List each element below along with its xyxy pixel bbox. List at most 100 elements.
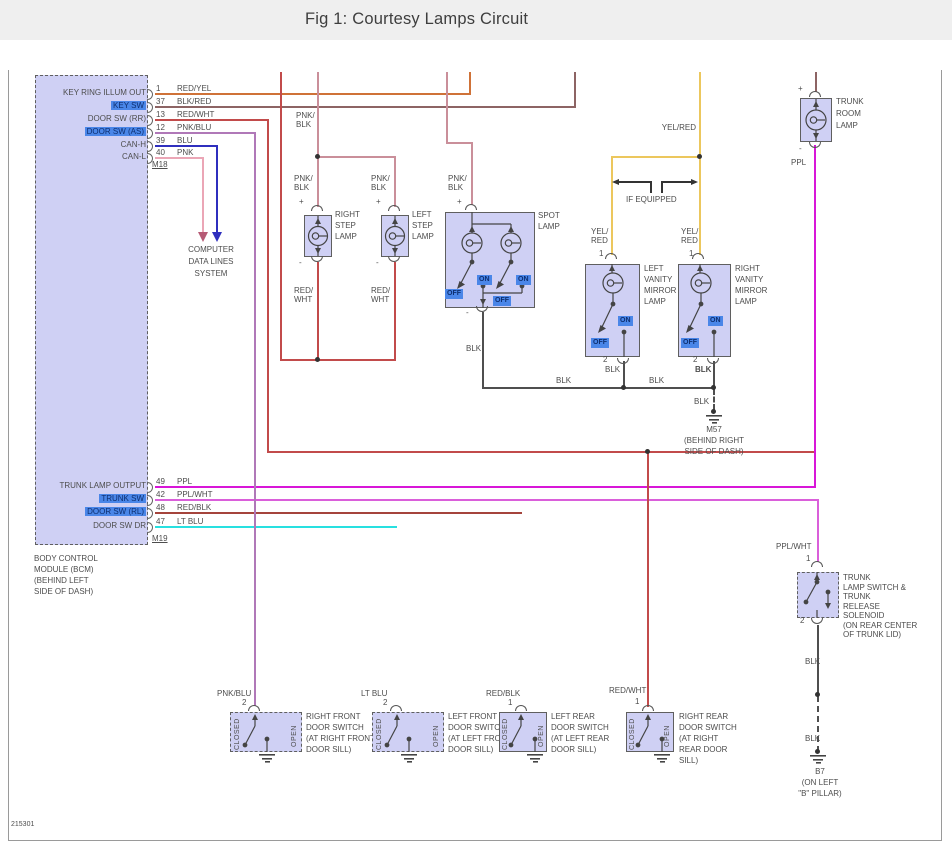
connector-arc-icon <box>388 205 400 211</box>
title-bar: Fig 1: Courtesy Lamps Circuit <box>0 0 952 40</box>
wire-name: RED/BLK <box>177 503 211 512</box>
wire-red-yel-up <box>469 72 471 94</box>
wire-name: BLU <box>177 136 193 145</box>
wire-label-red-blk: RED/BLK <box>486 689 520 698</box>
wire-blk-spot-exit <box>482 312 484 389</box>
wire-label-red-wht: RED/ WHT <box>371 286 390 304</box>
switch-state-open: OPEN <box>538 715 545 747</box>
wire-label-blk: BLK <box>694 397 709 406</box>
wire-label-lt-blu: LT BLU <box>361 689 387 698</box>
wire-ppl-vert <box>814 145 816 488</box>
ground-icon <box>401 754 417 763</box>
pin-number: 2 <box>242 698 246 707</box>
pin-label-text: DOOR SW (RR) <box>88 114 146 123</box>
callout-leg <box>661 181 663 193</box>
wire-yel-red-main <box>699 72 701 158</box>
pin-number: 1 <box>508 698 512 707</box>
switch-state-on: ON <box>618 316 633 326</box>
trunk-switch-internals <box>797 572 839 618</box>
connector-pin-icon <box>147 128 153 139</box>
pin-number: 40 <box>156 148 165 157</box>
junction-dot <box>315 154 320 159</box>
connector-arc-icon <box>465 204 477 210</box>
wire-blk-trunk-dashed <box>817 696 819 752</box>
arrow-down-icon <box>212 232 222 242</box>
pin-label-text-highlighted: KEY SW <box>111 101 146 110</box>
pin-label-text-highlighted: DOOR SW (AS) <box>85 127 146 136</box>
polarity-minus: - <box>376 258 379 267</box>
wire-name: PNK/BLU <box>177 123 211 132</box>
wire-name: BLK/RED <box>177 97 211 106</box>
connector-arc-icon <box>248 705 260 711</box>
wire-blk-ground-bus <box>482 387 715 389</box>
polarity-minus: - <box>299 258 302 267</box>
bcm-pin-label: KEY RING ILLUM OUT <box>38 88 146 98</box>
ground-m57-label: M57 (BEHIND RIGHT SIDE OF DASH) <box>664 424 764 457</box>
pin-number: 1 <box>156 84 160 93</box>
ground-icon <box>706 415 722 424</box>
switch-state-on: ON <box>477 275 492 285</box>
wire-name: RED/YEL <box>177 84 211 93</box>
trunk-lamp-switch-label: TRUNK LAMP SWITCH & TRUNK RELEASE SOLENO… <box>843 573 917 640</box>
switch-state-closed: CLOSED <box>376 714 383 750</box>
right-step-lamp-label: RIGHT STEP LAMP <box>335 209 360 242</box>
pin-label-text: CAN-H <box>121 140 146 149</box>
pin-number: 37 <box>156 97 165 106</box>
page: { "title": "Fig 1: Courtesy Lamps Circui… <box>0 0 952 852</box>
pin-number: 42 <box>156 490 165 499</box>
wire-pnk <box>155 157 204 159</box>
connector-pin-icon <box>147 141 153 152</box>
wire-red-wht-step-l <box>394 262 396 361</box>
switch-state-on: ON <box>708 316 723 326</box>
callout-line <box>661 181 692 183</box>
junction-dot <box>621 385 626 390</box>
pin-number: 12 <box>156 123 165 132</box>
connector-arc-icon <box>707 358 719 364</box>
pin-label-text: CAN-L <box>122 152 146 161</box>
right-rear-door-switch-label: RIGHT REAR DOOR SWITCH (AT RIGHT REAR DO… <box>679 711 737 766</box>
wire-pnk-drop <box>202 157 204 233</box>
ground-b7-label: B7 (ON LEFT "B" PILLAR) <box>778 766 862 799</box>
switch-state-on: ON <box>516 275 531 285</box>
wire-pnk-blk-left <box>394 156 396 207</box>
wire-blu-drop <box>216 145 218 233</box>
connector-arc-icon <box>605 253 617 259</box>
wire-red-blk <box>155 512 522 514</box>
wire-blu <box>155 145 218 147</box>
pin-number: 49 <box>156 477 165 486</box>
wire-label-blk: BLK <box>466 344 481 353</box>
bcm-pin-label: DOOR SW (AS) <box>38 127 146 137</box>
pin-label-text: TRUNK LAMP OUTPUT <box>59 481 146 490</box>
junction-dot <box>711 385 716 390</box>
bcm-pin-label: CAN-H <box>38 140 146 150</box>
wire-pnk-blk-branch <box>317 156 396 158</box>
connector-arc-icon <box>476 306 488 312</box>
ground-icon <box>259 754 275 763</box>
pin-number: 1 <box>635 697 639 706</box>
wire-red-wht <box>155 119 269 121</box>
wire-name: RED/WHT <box>177 110 214 119</box>
bcm-pin-label: DOOR SW (RL) <box>38 507 146 517</box>
pin-number: 2 <box>383 698 387 707</box>
left-step-lamp-label: LEFT STEP LAMP <box>412 209 434 242</box>
wire-red-wht-drop <box>267 119 269 453</box>
connector-pin-icon <box>147 495 153 506</box>
wire-lt-blu <box>155 526 397 528</box>
connector-arc-icon <box>809 91 821 97</box>
switch-state-off: OFF <box>493 296 511 306</box>
switch-state-closed: CLOSED <box>234 714 241 750</box>
wire-label-pnk-blu: PNK/BLU <box>217 689 251 698</box>
wire-label-yel-red: YEL/RED <box>660 123 696 132</box>
polarity-minus: - <box>466 308 469 317</box>
pin-number: 2 <box>693 355 697 364</box>
bcm-pin-label: DOOR SW DR <box>38 521 146 531</box>
callout-line <box>618 181 651 183</box>
wire-pnk-blu <box>155 132 256 134</box>
wire-label-pnk-blk: PNK/ BLK <box>448 174 467 192</box>
connector-pin-icon <box>147 115 153 126</box>
connector-arc-icon <box>692 253 704 259</box>
switch-state-off: OFF <box>445 289 463 299</box>
switch-state-open: OPEN <box>433 715 440 747</box>
wire-pnk-blk-spot <box>471 142 473 205</box>
wire-name: PPL/WHT <box>177 490 213 499</box>
